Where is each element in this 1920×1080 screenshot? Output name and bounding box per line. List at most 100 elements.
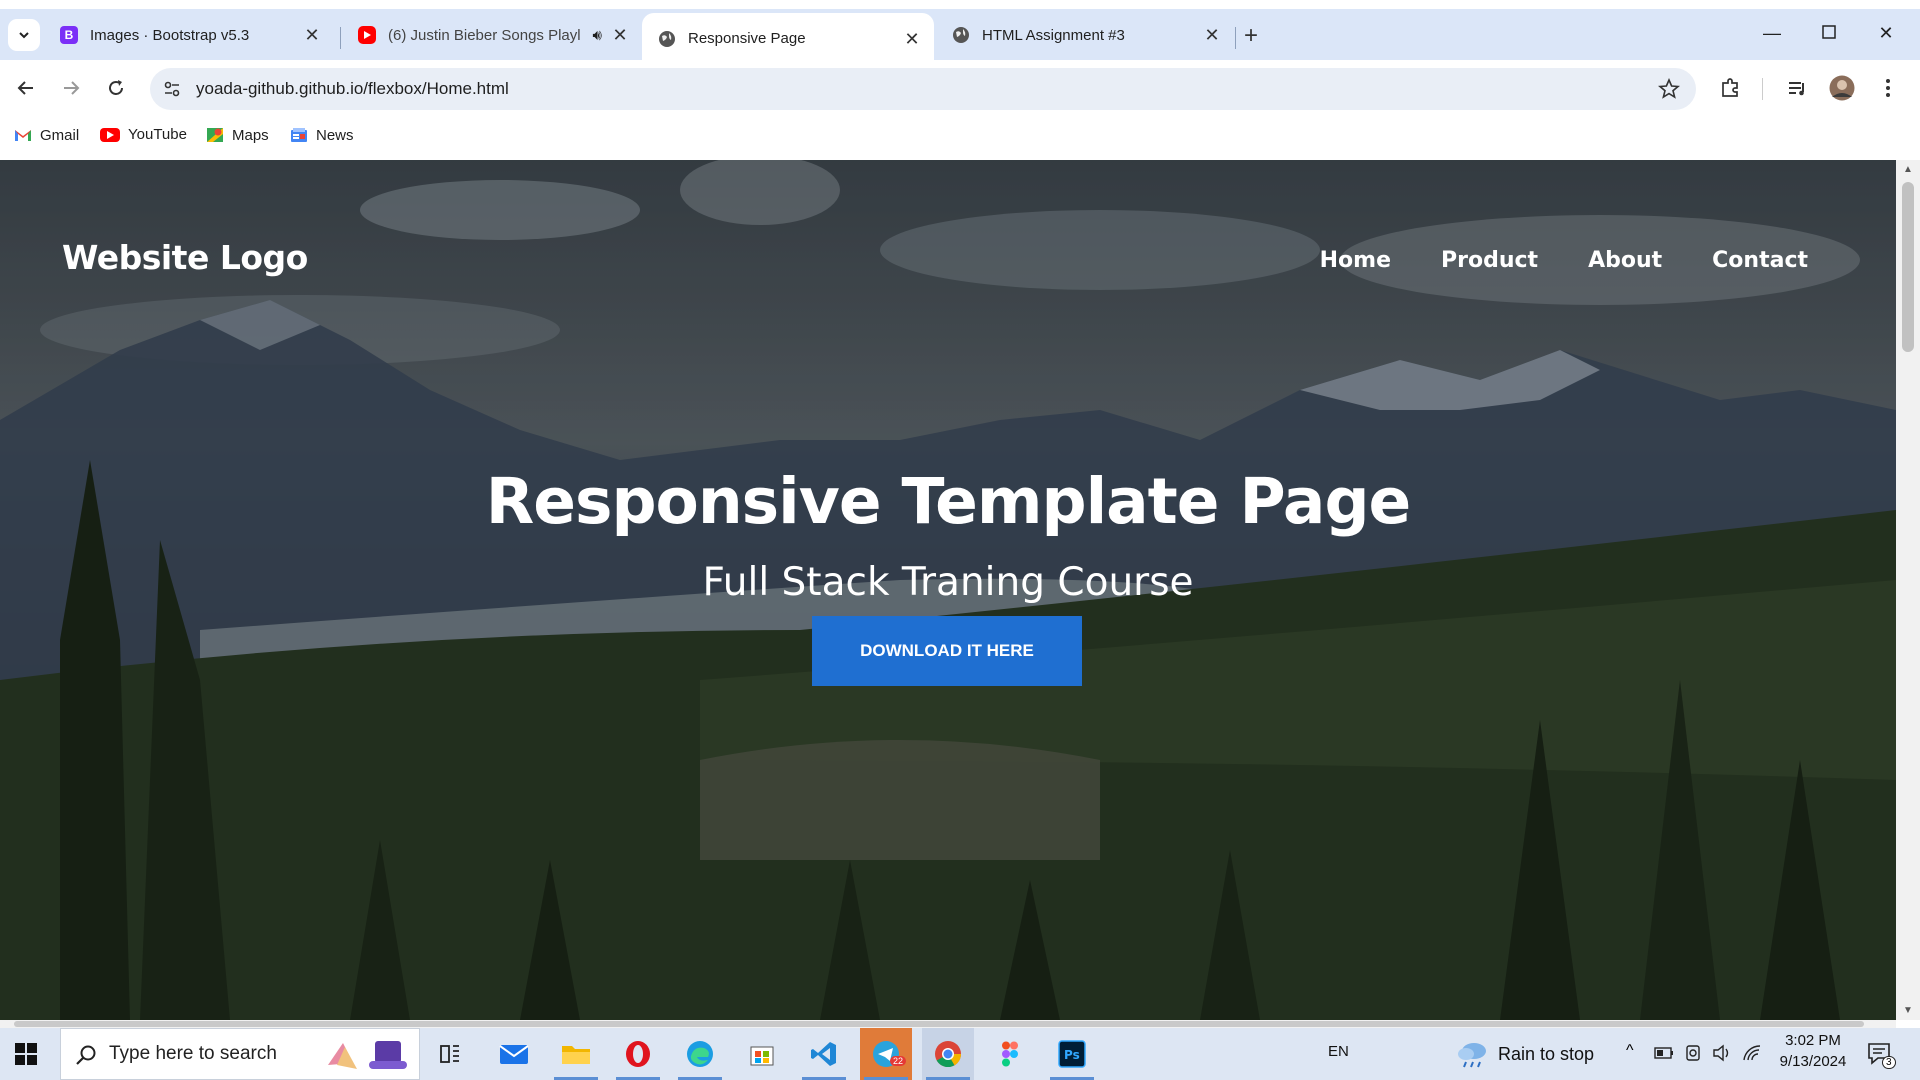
address-bar[interactable]: yoada-github.github.io/flexbox/Home.html <box>150 68 1696 110</box>
weather-widget[interactable]: Rain to stop <box>1456 1038 1594 1070</box>
bookmark-star-icon[interactable] <box>1657 77 1681 105</box>
opera-icon <box>626 1041 650 1067</box>
task-view-icon <box>440 1045 459 1063</box>
opera-app[interactable] <box>612 1028 664 1080</box>
task-view-button[interactable] <box>424 1028 476 1080</box>
scroll-down-icon[interactable]: ▼ <box>1896 1005 1920 1016</box>
chevron-up-icon[interactable]: ^ <box>1626 1042 1634 1060</box>
bookmark-news[interactable]: News <box>290 126 354 144</box>
search-placeholder: Type here to search <box>109 1043 277 1064</box>
chevron-down-icon <box>19 32 29 39</box>
page-viewport: Website Logo Home Product About Contact … <box>0 160 1896 1020</box>
search-icon <box>75 1044 97 1071</box>
vscode-app[interactable] <box>798 1028 850 1080</box>
close-icon[interactable]: ✕ <box>610 25 630 45</box>
clock-time: 3:02 PM <box>1785 1032 1841 1049</box>
more-vert-icon <box>1886 79 1890 97</box>
tab-youtube[interactable]: (6) Justin Bieber Songs Playl 🔊︎ ✕ <box>342 13 642 57</box>
mail-icon <box>499 1045 529 1064</box>
youtube-icon <box>358 26 376 44</box>
news-icon <box>290 126 308 144</box>
clock-date: 9/13/2024 <box>1779 1053 1847 1070</box>
tab-html-assignment[interactable]: HTML Assignment #3 ✕ <box>936 13 1234 57</box>
playlist-icon <box>1789 82 1804 96</box>
weather-text: Rain to stop <box>1498 1043 1595 1064</box>
language-indicator[interactable]: EN <box>1328 1043 1349 1060</box>
close-icon[interactable]: ✕ <box>302 25 322 45</box>
maximize-icon <box>1822 25 1836 39</box>
volume-icon[interactable] <box>1712 1044 1732 1067</box>
website-logo[interactable]: Website Logo <box>62 238 308 277</box>
vertical-scrollbar[interactable]: ▲ ▼ <box>1896 160 1920 1020</box>
chrome-icon <box>935 1041 962 1068</box>
nav-link-contact[interactable]: Contact <box>1712 248 1808 273</box>
puzzle-icon <box>1722 78 1738 97</box>
back-button[interactable] <box>12 74 40 102</box>
nav-link-product[interactable]: Product <box>1441 248 1538 273</box>
reload-button[interactable] <box>102 74 130 102</box>
arrow-right-icon <box>64 81 80 95</box>
hero-title: Responsive Template Page <box>485 465 1412 538</box>
reload-icon <box>109 80 123 95</box>
youtube-icon <box>100 127 120 142</box>
windows-taskbar: Type here to search 22 Ps EN Rain to sto… <box>0 1028 1920 1080</box>
extensions-button[interactable] <box>1716 74 1744 102</box>
menu-button[interactable] <box>1874 74 1902 102</box>
file-explorer-app[interactable] <box>550 1028 602 1080</box>
bookmark-maps[interactable]: Maps <box>206 126 269 144</box>
bookmarks-bar: Gmail YouTube Maps News <box>0 117 1920 160</box>
minimize-button[interactable]: — <box>1758 23 1786 44</box>
toolbar-divider <box>1762 78 1763 100</box>
bookmark-gmail[interactable]: Gmail <box>14 126 79 144</box>
horizontal-scrollbar[interactable] <box>0 1020 1896 1028</box>
microsoft-store-app[interactable] <box>736 1028 788 1080</box>
close-window-button[interactable]: ✕ <box>1872 23 1900 44</box>
site-info-icon[interactable] <box>162 79 182 104</box>
folder-icon <box>562 1046 590 1064</box>
photoshop-icon: Ps <box>1058 1040 1086 1068</box>
figma-app[interactable] <box>984 1028 1036 1080</box>
wifi-icon[interactable] <box>1742 1044 1762 1067</box>
bookmark-youtube[interactable]: YouTube <box>100 126 187 143</box>
maps-icon <box>206 126 224 144</box>
start-button[interactable] <box>14 1042 40 1068</box>
notification-center-button[interactable]: 3 <box>1866 1040 1896 1073</box>
scrollbar-thumb[interactable] <box>1902 182 1914 352</box>
telegram-app[interactable]: 22 <box>860 1028 912 1080</box>
forward-button[interactable] <box>57 74 85 102</box>
close-icon[interactable]: ✕ <box>1202 25 1222 45</box>
chrome-app[interactable] <box>922 1028 974 1080</box>
bootstrap-icon: B <box>60 26 78 44</box>
nav-link-home[interactable]: Home <box>1320 248 1391 273</box>
figma-icon <box>1002 1041 1018 1067</box>
photoshop-app[interactable]: Ps <box>1046 1028 1098 1080</box>
device-icon[interactable] <box>1684 1044 1702 1067</box>
tab-bootstrap[interactable]: B Images · Bootstrap v5.3 ✕ <box>44 13 334 57</box>
scrollbar-thumb[interactable] <box>14 1021 1864 1027</box>
nav-link-about[interactable]: About <box>1588 248 1662 273</box>
clock[interactable]: 3:02 PM 9/13/2024 <box>1768 1032 1858 1070</box>
bookmark-label: Gmail <box>40 126 80 144</box>
download-button[interactable]: DOWNLOAD IT HERE <box>812 616 1082 686</box>
search-highlight-icon <box>323 1035 413 1080</box>
tab-divider <box>1235 27 1236 49</box>
new-tab-button[interactable]: + <box>1244 24 1258 48</box>
maximize-button[interactable] <box>1815 23 1843 44</box>
tab-strip: B Images · Bootstrap v5.3 ✕ (6) Justin B… <box>0 0 1920 64</box>
taskbar-search-box[interactable]: Type here to search <box>60 1028 420 1080</box>
mail-app[interactable] <box>488 1028 540 1080</box>
tab-title: HTML Assignment #3 <box>982 26 1125 44</box>
close-icon[interactable]: ✕ <box>902 29 922 49</box>
windows-icon <box>15 1043 37 1065</box>
edge-icon <box>687 1041 713 1067</box>
speaker-icon[interactable]: 🔊︎ <box>593 27 602 44</box>
tab-search-button[interactable] <box>8 19 40 51</box>
battery-icon[interactable] <box>1654 1046 1674 1064</box>
media-control-button[interactable] <box>1783 74 1811 102</box>
globe-icon <box>658 30 676 48</box>
tab-responsive-page[interactable]: Responsive Page ✕ <box>642 13 934 64</box>
scroll-up-icon[interactable]: ▲ <box>1896 164 1920 175</box>
profile-avatar[interactable] <box>1828 74 1856 102</box>
vscode-icon <box>811 1042 836 1066</box>
edge-app[interactable] <box>674 1028 726 1080</box>
